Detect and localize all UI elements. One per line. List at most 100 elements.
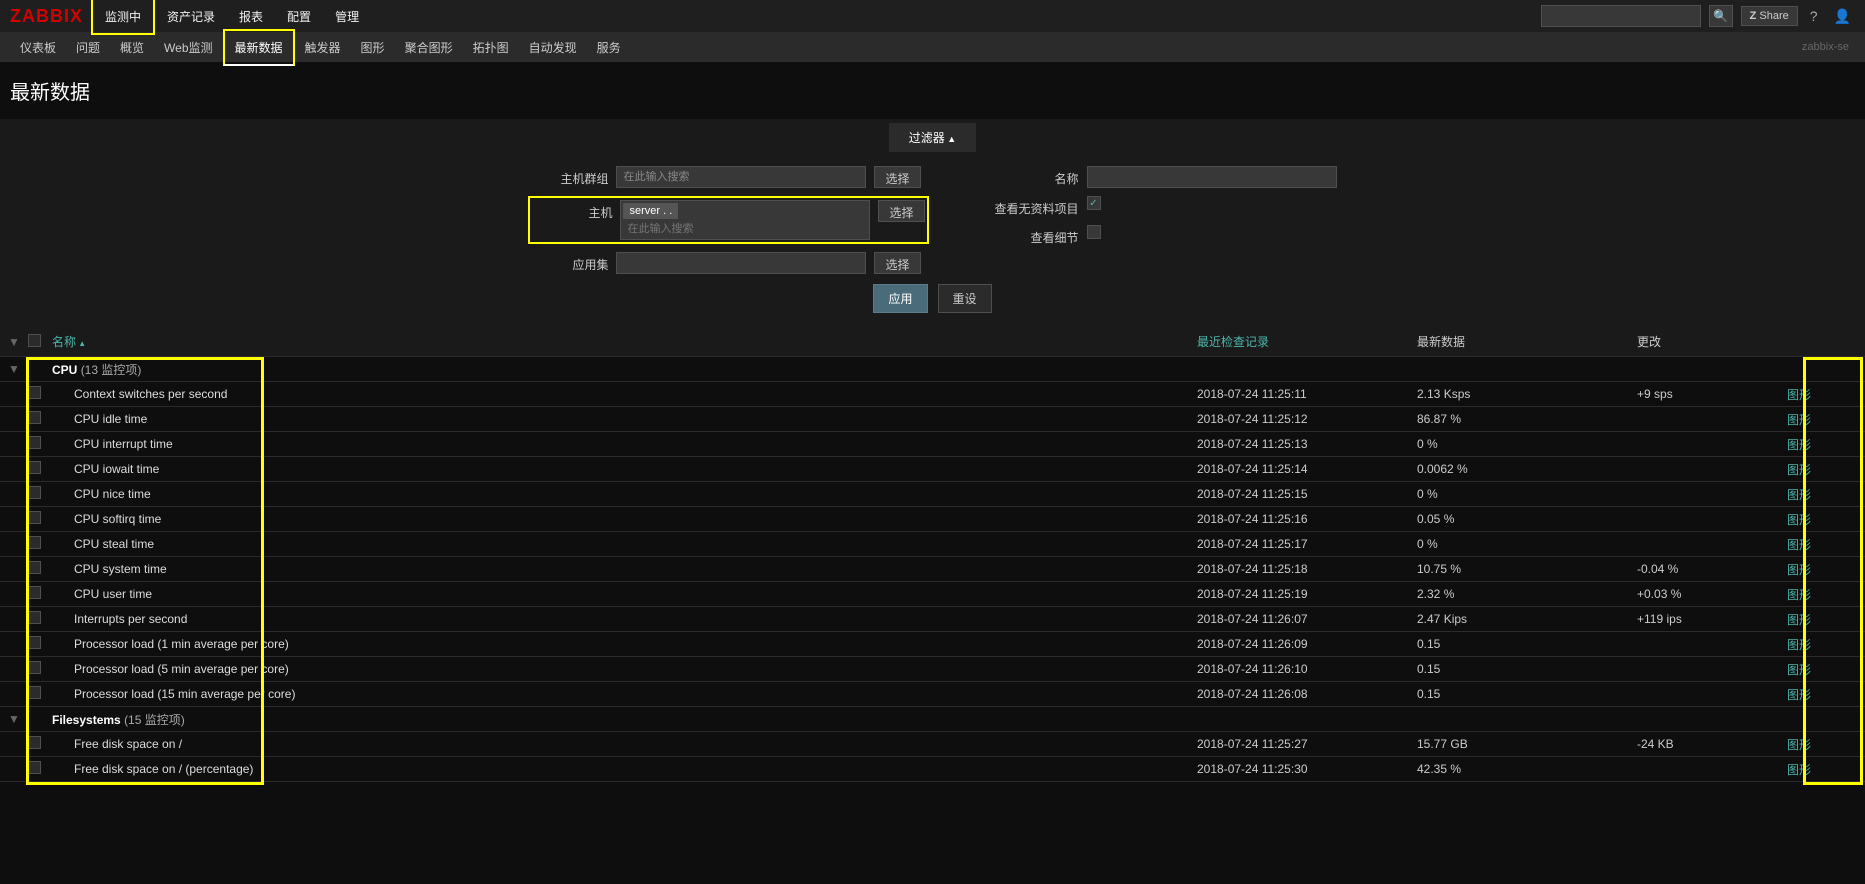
- page-title: 最新数据: [0, 62, 1865, 119]
- subnav-overview[interactable]: 概览: [110, 31, 154, 64]
- header-lastdata: 最新数据: [1417, 333, 1637, 350]
- collapse-icon[interactable]: ▼: [8, 362, 28, 376]
- item-checkbox[interactable]: [28, 486, 41, 499]
- graph-link[interactable]: 图形: [1787, 663, 1811, 677]
- item-lastcheck: 2018-07-24 11:26:07: [1197, 612, 1417, 626]
- item-row: Processor load (1 min average per core) 2…: [0, 632, 1865, 657]
- item-checkbox[interactable]: [28, 561, 41, 574]
- subnav-dashboard[interactable]: 仪表板: [10, 31, 66, 64]
- item-lastdata: 0.05 %: [1417, 512, 1637, 526]
- graph-link[interactable]: 图形: [1787, 738, 1811, 752]
- detail-checkbox[interactable]: [1087, 225, 1101, 239]
- user-icon[interactable]: 👤: [1830, 8, 1855, 25]
- graph-link[interactable]: 图形: [1787, 438, 1811, 452]
- graph-link[interactable]: 图形: [1787, 638, 1811, 652]
- graph-link[interactable]: 图形: [1787, 538, 1811, 552]
- item-checkbox[interactable]: [28, 586, 41, 599]
- item-row: CPU system time2018-07-24 11:25:1810.75 …: [0, 557, 1865, 582]
- subnav-maps[interactable]: 拓扑图: [463, 31, 519, 64]
- top-nav: ZABBIX 监测中 资产记录 报表 配置 管理 🔍 Z Share ? 👤: [0, 0, 1865, 32]
- group-row[interactable]: ▼Filesystems (15 监控项): [0, 707, 1865, 732]
- item-lastcheck: 2018-07-24 11:25:17: [1197, 537, 1417, 551]
- appset-select-button[interactable]: 选择: [874, 252, 920, 274]
- item-checkbox[interactable]: [28, 636, 41, 649]
- item-lastdata: 15.77 GB: [1417, 737, 1637, 751]
- item-row: Processor load (15 min average per core)…: [0, 682, 1865, 707]
- noinventory-checkbox[interactable]: ✓: [1087, 196, 1101, 210]
- graph-link[interactable]: 图形: [1787, 488, 1811, 502]
- graph-link[interactable]: 图形: [1787, 613, 1811, 627]
- graph-link[interactable]: 图形: [1787, 388, 1811, 402]
- table-header: ▼ 名称 最近检查记录 最新数据 更改: [0, 327, 1865, 357]
- item-checkbox[interactable]: [28, 511, 41, 524]
- apply-button[interactable]: 应用: [873, 284, 927, 313]
- item-row: CPU steal time2018-07-24 11:25:170 %图形: [0, 532, 1865, 557]
- item-checkbox[interactable]: [28, 661, 41, 674]
- help-icon[interactable]: ?: [1806, 8, 1822, 24]
- group-row[interactable]: ▼CPU (13 监控项): [0, 357, 1865, 382]
- item-lastdata: 0.15: [1417, 637, 1637, 651]
- item-checkbox[interactable]: [28, 761, 41, 774]
- item-name: Processor load (1 min average per core): [74, 637, 289, 651]
- host-input[interactable]: [623, 221, 867, 237]
- graph-link[interactable]: 图形: [1787, 463, 1811, 477]
- graph-link[interactable]: 图形: [1787, 763, 1811, 777]
- item-checkbox[interactable]: [28, 436, 41, 449]
- share-button[interactable]: Z Share: [1741, 6, 1798, 26]
- subnav-web[interactable]: Web监测: [154, 31, 222, 64]
- group-name: CPU: [52, 363, 77, 377]
- subnav-latestdata[interactable]: 最新数据: [223, 29, 295, 66]
- server-label: zabbix-se: [1802, 41, 1855, 53]
- item-name: CPU steal time: [74, 537, 154, 551]
- subnav-screens[interactable]: 聚合图形: [395, 31, 463, 64]
- search-input[interactable]: [1541, 5, 1701, 27]
- subnav-discovery[interactable]: 自动发现: [519, 31, 587, 64]
- host-tag[interactable]: server . .: [623, 203, 678, 219]
- host-select-button[interactable]: 选择: [878, 200, 924, 222]
- item-checkbox[interactable]: [28, 461, 41, 474]
- graph-link[interactable]: 图形: [1787, 513, 1811, 527]
- checkbox-all[interactable]: [28, 334, 41, 347]
- item-checkbox[interactable]: [28, 736, 41, 749]
- item-checkbox[interactable]: [28, 686, 41, 699]
- graph-link[interactable]: 图形: [1787, 688, 1811, 702]
- name-input[interactable]: [1087, 166, 1337, 188]
- topnav-admin[interactable]: 管理: [323, 0, 371, 33]
- item-checkbox[interactable]: [28, 386, 41, 399]
- item-checkbox[interactable]: [28, 536, 41, 549]
- expand-all-icon[interactable]: ▼: [8, 335, 28, 349]
- header-name[interactable]: 名称: [52, 335, 86, 349]
- appset-input[interactable]: [616, 252, 866, 274]
- item-row: CPU nice time2018-07-24 11:25:150 %图形: [0, 482, 1865, 507]
- topnav-inventory[interactable]: 资产记录: [155, 0, 227, 33]
- hostgroup-input[interactable]: [616, 166, 866, 188]
- item-name: CPU user time: [74, 587, 152, 601]
- graph-link[interactable]: 图形: [1787, 588, 1811, 602]
- appset-label: 应用集: [528, 252, 608, 273]
- item-lastcheck: 2018-07-24 11:25:27: [1197, 737, 1417, 751]
- graph-link[interactable]: 图形: [1787, 413, 1811, 427]
- item-lastdata: 0 %: [1417, 487, 1637, 501]
- search-icon[interactable]: 🔍: [1709, 5, 1733, 27]
- graph-link[interactable]: 图形: [1787, 563, 1811, 577]
- item-name: CPU nice time: [74, 487, 151, 501]
- item-lastcheck: 2018-07-24 11:26:09: [1197, 637, 1417, 651]
- host-label: 主机: [532, 200, 612, 221]
- reset-button[interactable]: 重设: [938, 284, 992, 313]
- item-row: CPU iowait time2018-07-24 11:25:140.0062…: [0, 457, 1865, 482]
- header-lastcheck[interactable]: 最近检查记录: [1197, 335, 1269, 349]
- host-multiselect[interactable]: server . .: [620, 200, 870, 240]
- noinventory-label: 查看无资料项目: [969, 196, 1079, 217]
- item-lastdata: 0 %: [1417, 437, 1637, 451]
- filter-toggle[interactable]: 过滤器: [889, 123, 976, 152]
- subnav-problems[interactable]: 问题: [66, 31, 110, 64]
- subnav-triggers[interactable]: 触发器: [295, 31, 351, 64]
- hostgroup-select-button[interactable]: 选择: [874, 166, 920, 188]
- item-checkbox[interactable]: [28, 411, 41, 424]
- topnav-monitoring[interactable]: 监测中: [91, 0, 155, 35]
- item-lastcheck: 2018-07-24 11:26:08: [1197, 687, 1417, 701]
- subnav-graphs[interactable]: 图形: [351, 31, 395, 64]
- collapse-icon[interactable]: ▼: [8, 712, 28, 726]
- item-checkbox[interactable]: [28, 611, 41, 624]
- subnav-services[interactable]: 服务: [587, 31, 631, 64]
